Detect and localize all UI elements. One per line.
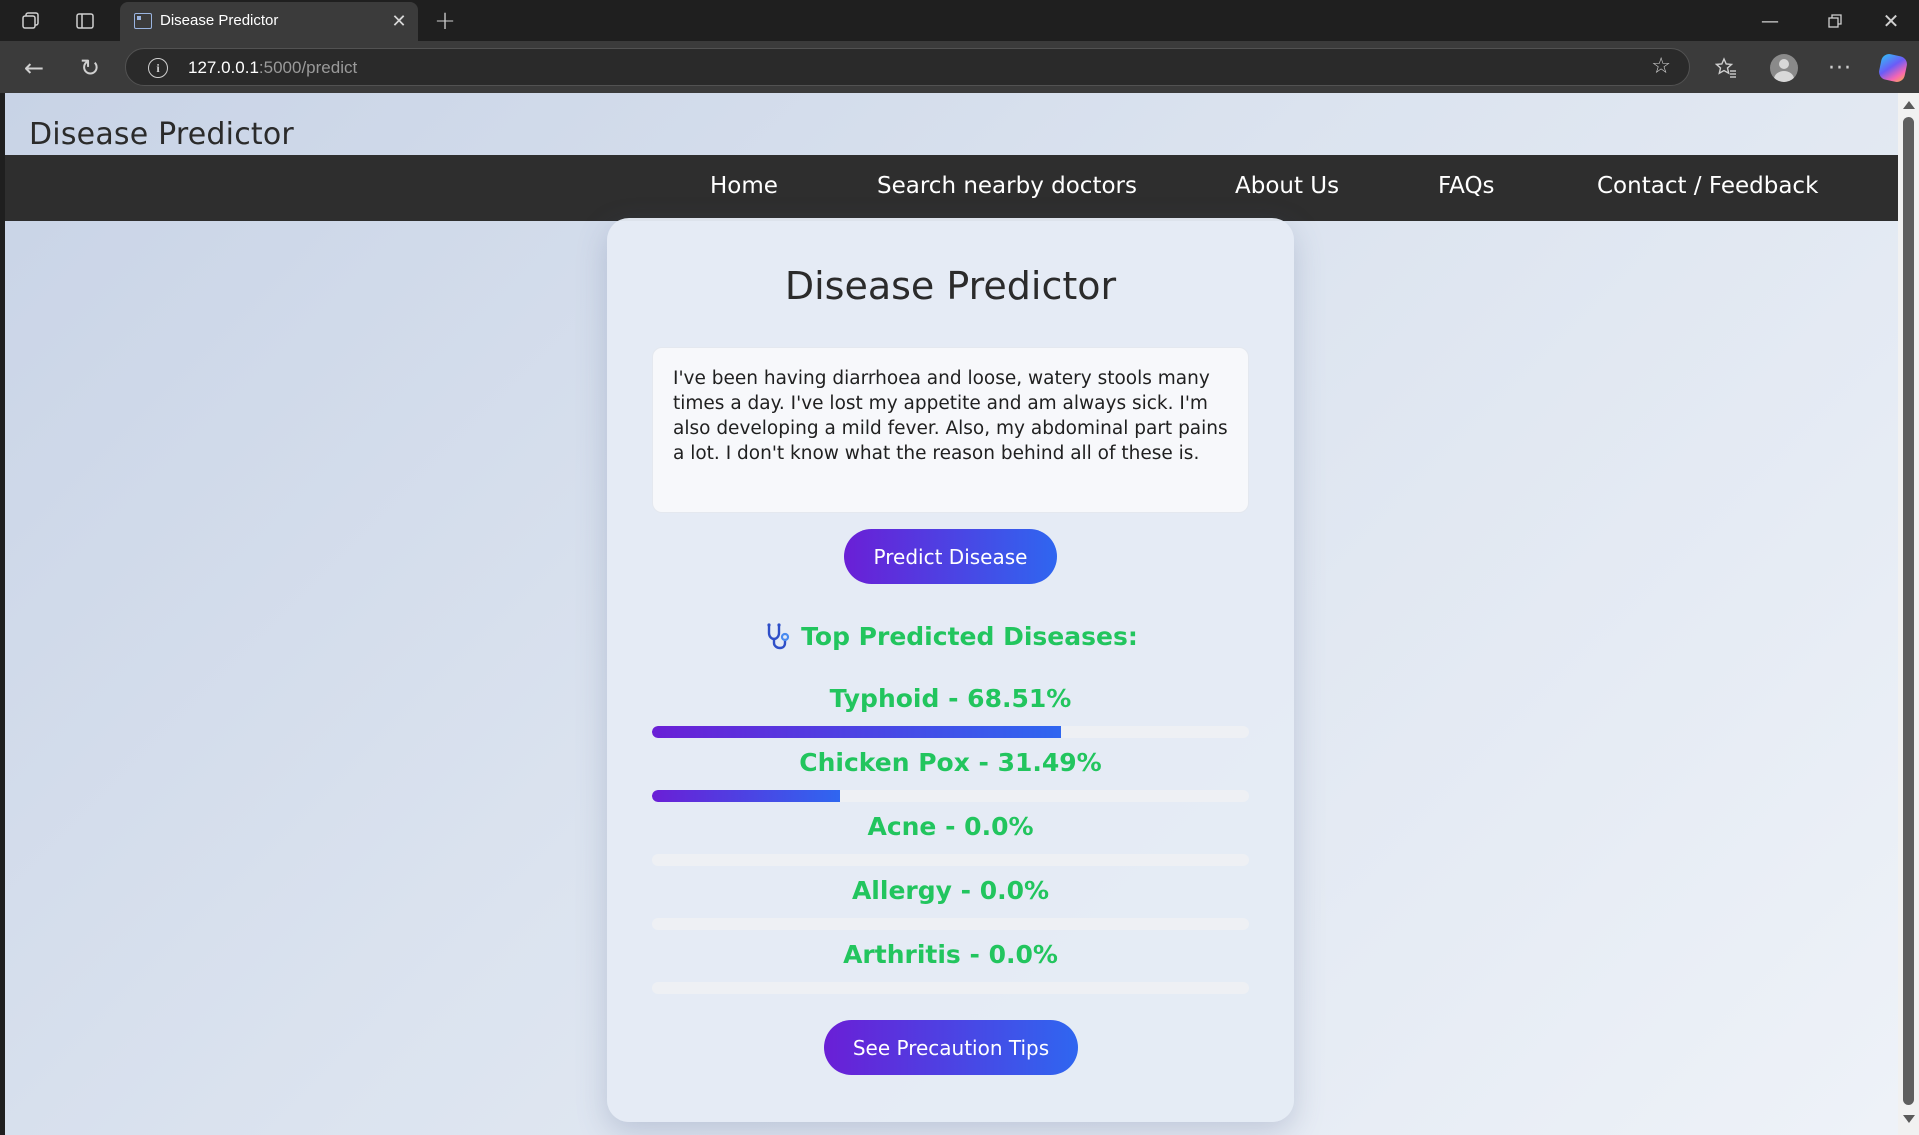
close-icon[interactable]: ✕ [388, 10, 410, 32]
profile-icon[interactable] [1768, 52, 1800, 84]
card-title: Disease Predictor [784, 264, 1117, 308]
page-viewport: Disease Predictor Home Search nearby doc… [5, 93, 1898, 1135]
probability-bar-track [652, 854, 1249, 866]
probability-bar-track [652, 982, 1249, 994]
symptoms-textarea[interactable]: I've been having diarrhoea and loose, wa… [652, 347, 1249, 513]
probability-bar-track [652, 790, 1249, 802]
browser-toolbar: ← ↻ i 127.0.0.1:5000/predict ☆ ··· [0, 41, 1919, 93]
nav-contact-feedback[interactable]: Contact / Feedback [1597, 173, 1818, 199]
page-scrollbar[interactable] [1898, 93, 1919, 1135]
nav-faqs[interactable]: FAQs [1438, 173, 1495, 199]
result-label: Chicken Pox - 31.49% [799, 748, 1102, 777]
navbar: Home Search nearby doctors About Us FAQs… [5, 155, 1898, 221]
results-heading: Top Predicted Diseases: [607, 622, 1294, 651]
results-heading-text: Top Predicted Diseases: [801, 622, 1138, 651]
star-icon[interactable]: ☆ [1651, 54, 1671, 79]
tab-favicon-icon [134, 13, 152, 29]
nav-home[interactable]: Home [710, 173, 778, 199]
result-label: Allergy - 0.0% [851, 876, 1050, 905]
precaution-tips-button[interactable]: See Precaution Tips [824, 1020, 1078, 1075]
tab-title: Disease Predictor [160, 12, 279, 29]
reload-icon[interactable]: ↻ [74, 52, 106, 84]
scrollbar-thumb[interactable] [1903, 117, 1914, 1105]
result-item: Allergy - 0.0% [652, 876, 1249, 930]
stethoscope-icon [767, 623, 790, 650]
probability-bar-fill [652, 790, 840, 802]
nav-about-us[interactable]: About Us [1235, 173, 1339, 199]
result-label: Typhoid - 68.51% [829, 684, 1072, 713]
copilot-icon[interactable] [1877, 52, 1909, 84]
workspaces-icon[interactable] [16, 6, 46, 36]
result-item: Chicken Pox - 31.49% [652, 748, 1249, 802]
site-title: Disease Predictor [29, 117, 294, 152]
restore-icon[interactable] [1820, 6, 1850, 36]
probability-bar-fill [652, 726, 1061, 738]
nav-search-doctors[interactable]: Search nearby doctors [877, 173, 1137, 199]
plus-icon[interactable]: + [430, 6, 460, 36]
url-host: 127.0.0.1 [188, 58, 259, 77]
address-bar[interactable]: i 127.0.0.1:5000/predict ☆ [125, 48, 1690, 86]
browser-tab[interactable]: Disease Predictor ✕ [120, 2, 418, 41]
browser-tabbar: Disease Predictor ✕ + — ✕ [0, 0, 1919, 41]
favorites-icon[interactable] [1710, 52, 1742, 84]
info-icon[interactable]: i [148, 58, 168, 78]
tab-actions-icon[interactable] [70, 6, 100, 36]
result-item: Typhoid - 68.51% [652, 684, 1249, 738]
predict-disease-button[interactable]: Predict Disease [844, 529, 1057, 584]
minimize-icon[interactable]: — [1755, 6, 1785, 36]
result-label: Arthritis - 0.0% [843, 940, 1058, 969]
window-close-icon[interactable]: ✕ [1876, 6, 1906, 36]
result-item: Arthritis - 0.0% [652, 940, 1249, 994]
probability-bar-track [652, 726, 1249, 738]
probability-bar-track [652, 918, 1249, 930]
more-icon[interactable]: ··· [1824, 52, 1856, 84]
result-label: Acne - 0.0% [867, 812, 1034, 841]
scroll-up-icon[interactable] [1903, 101, 1915, 109]
url-text[interactable]: 127.0.0.1:5000/predict [188, 58, 357, 78]
back-arrow-icon[interactable]: ← [18, 52, 50, 84]
scroll-down-icon[interactable] [1903, 1115, 1915, 1123]
result-item: Acne - 0.0% [652, 812, 1249, 866]
predictor-card: Disease Predictor I've been having diarr… [607, 218, 1294, 1122]
url-path: :5000/predict [258, 58, 358, 77]
